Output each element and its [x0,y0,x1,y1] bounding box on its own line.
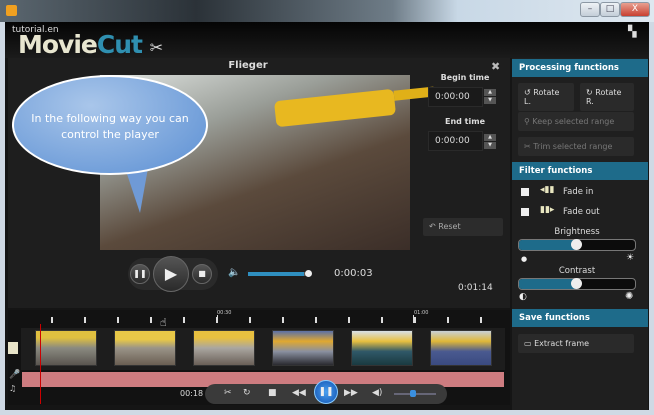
layout-icon[interactable]: ▚ [628,25,636,38]
processing-header: Processing functions [512,59,648,77]
contrast-fill [519,279,577,289]
maximize-button[interactable]: □ [600,2,620,17]
loop-icon[interactable]: ↻ [243,388,251,398]
minimize-button[interactable]: – [580,2,600,17]
rotate-left-button[interactable]: ↺ Rotate L. [518,83,574,111]
split-icon[interactable]: ✂ [224,388,232,398]
brightness-high-icon: ☀ [626,253,635,263]
close-button[interactable]: X [620,2,650,17]
volume-icon[interactable]: 🔈 [228,267,240,278]
timeline-position: 00:18 [180,389,204,398]
tooltip-tail [125,168,148,213]
video-title: Flieger [228,60,268,71]
begin-down-button[interactable]: ▼ [484,97,496,104]
logo: MovieCut ✂ [18,30,163,59]
current-time: 0:00:03 [334,268,373,279]
speaker-icon[interactable]: ◀) [372,388,382,398]
pause-button[interactable]: ❚❚ [130,264,150,284]
rotate-right-button[interactable]: ↻ Rotate R. [580,83,634,111]
scissors-icon: ✂ [524,142,534,151]
fade-in-icon: ◂▮▮ [540,185,555,195]
rewind-icon[interactable]: ◀◀ [292,388,306,398]
fade-out-label: Fade out [563,207,600,217]
app-icon [6,5,17,16]
begin-time-input[interactable]: 0:00:00 [428,87,483,107]
end-time-label: End time [445,117,485,126]
extract-frame-label: Extract frame [534,339,590,348]
begin-time-label: Begin time [440,73,490,82]
contrast-low-icon: ◐ [519,292,527,302]
reset-button[interactable]: ↶ Reset [423,218,503,236]
ruler-mark: 00:30 [217,310,232,316]
ruler-major-tick [413,315,414,323]
timeline-volume-knob[interactable] [410,390,416,397]
trim-range-label: Trim selected range [533,142,613,151]
playhead[interactable] [40,324,41,404]
brightness-fill [519,240,577,250]
logo-accent: Cut [96,30,143,59]
keep-range-button[interactable]: ⚲ Keep selected range [518,112,634,131]
thumbnail[interactable] [430,330,492,366]
trim-range-button[interactable]: ✂ Trim selected range [518,137,634,156]
ruler-major-tick [217,315,218,323]
video-track-icon [8,342,18,354]
end-up-button[interactable]: ▲ [484,134,496,141]
contrast-high-icon: ✺ [625,291,634,302]
contrast-knob[interactable] [571,278,582,289]
duration: 0:01:14 [458,283,493,293]
close-panel-icon[interactable]: ✖ [491,60,500,73]
save-header: Save functions [512,309,648,327]
fade-out-checkbox[interactable] [521,208,529,216]
image-icon: ▭ [524,339,535,348]
rotate-right-icon: ↻ [586,88,596,97]
end-down-button[interactable]: ▼ [484,142,496,149]
stop-icon[interactable]: ■ [268,388,277,398]
contrast-label: Contrast [558,266,596,276]
begin-up-button[interactable]: ▲ [484,89,496,96]
logo-main: Movie [18,30,98,59]
thumbnail[interactable] [351,330,413,366]
thumbnail[interactable] [35,330,97,366]
brightness-knob[interactable] [571,239,582,250]
thumbnail[interactable] [114,330,176,366]
audio-track-icon: 🎤 [9,370,21,380]
fast-forward-icon[interactable]: ▶▶ [344,388,358,398]
ruler-mark: 01:00 [414,310,429,316]
fade-in-label: Fade in [563,187,594,197]
end-time-input[interactable]: 0:00:00 [428,131,483,151]
thumbnail[interactable] [193,330,255,366]
plane-shape [273,86,435,128]
music-track-icon: ♫ [9,384,17,393]
play-button[interactable]: ▶ [153,256,189,292]
volume-fill [248,272,304,276]
fade-out-icon: ▮▮▸ [540,205,555,215]
brightness-label: Brightness [554,227,600,237]
brightness-low-icon: ● [521,255,528,263]
undo-icon: ↶ [429,222,439,231]
ruler-ticks [20,317,500,323]
volume-slider[interactable] [248,272,310,276]
stop-button[interactable]: ■ [192,264,212,284]
tooltip-bubble: In the following way you can control the… [12,75,208,175]
window-titlebar [0,0,654,22]
scissors-icon: ✂ [149,38,163,57]
filter-header: Filter functions [512,162,648,180]
fade-in-checkbox[interactable] [521,188,529,196]
extract-frame-button[interactable]: ▭ Extract frame [518,334,634,353]
rotate-left-icon: ↺ [524,88,534,97]
keep-range-label: Keep selected range [532,117,615,126]
volume-knob[interactable] [305,270,312,277]
thumbnail[interactable] [272,330,334,366]
timeline-pause-button[interactable]: ❚❚ [314,380,338,404]
reset-label: Reset [438,222,461,231]
